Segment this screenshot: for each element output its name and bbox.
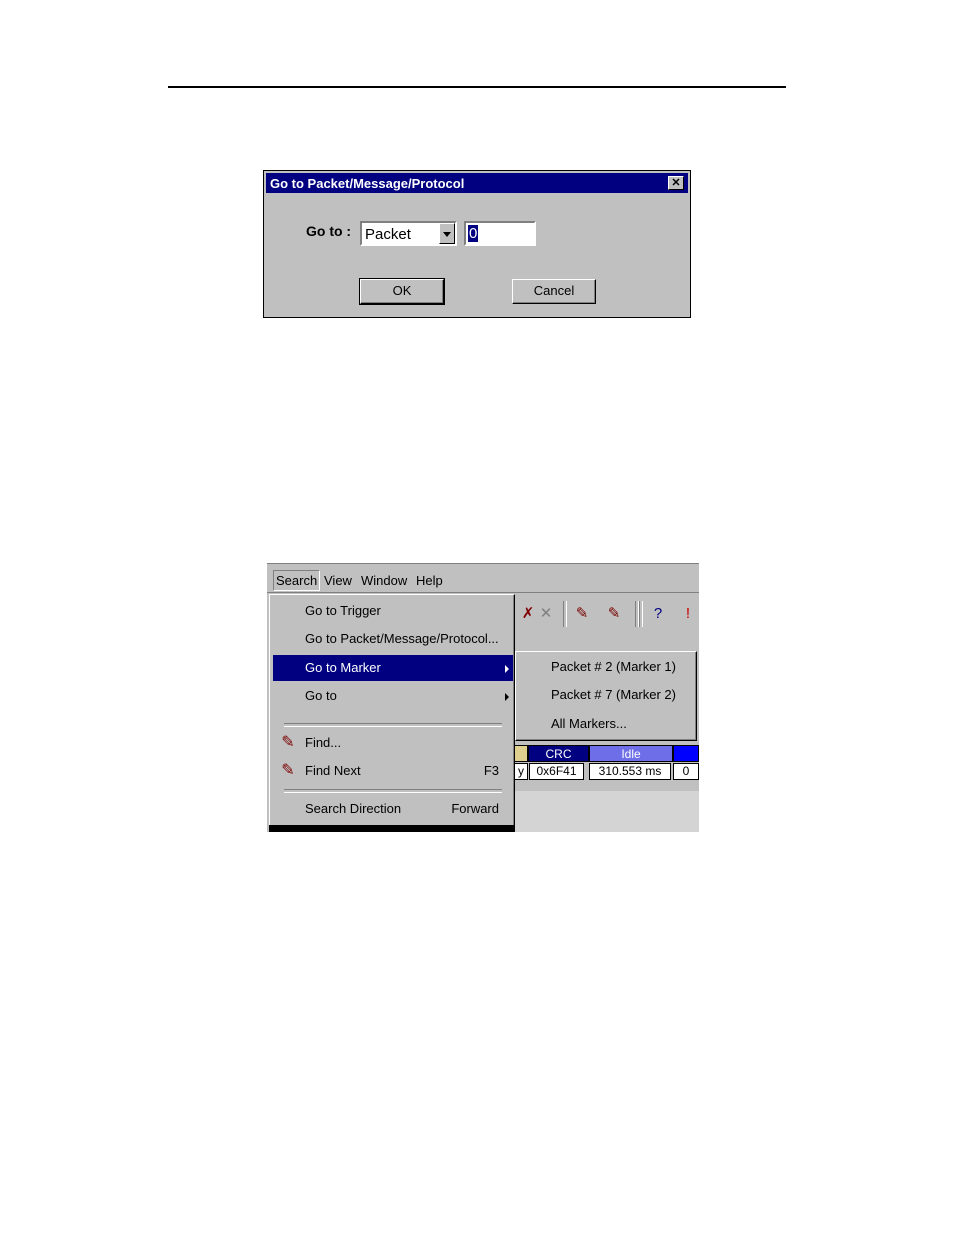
submenu-arrow-icon bbox=[505, 693, 509, 701]
search-menu: Go to Trigger Go to Packet/Message/Proto… bbox=[269, 594, 515, 827]
toolbar-separator bbox=[563, 601, 567, 627]
grid-empty-area bbox=[514, 791, 699, 832]
cancel-button[interactable]: Cancel bbox=[512, 279, 596, 304]
menu-shadow bbox=[269, 825, 515, 832]
menu-item-goto-marker[interactable]: Go to Marker bbox=[273, 655, 513, 681]
menu-item-label: Find Next bbox=[305, 763, 361, 778]
chevron-down-icon[interactable] bbox=[439, 223, 455, 244]
grid-header-idle: Idle bbox=[589, 745, 673, 762]
menu-item-label: Go to bbox=[305, 688, 337, 703]
search-menu-screenshot: Search View Window Help ✗ ✕ ✎ ✎ ? ! CRC … bbox=[267, 563, 699, 832]
grid-cell-crc: 0x6F41 bbox=[529, 763, 584, 780]
menu-item-label: Go to Packet/Message/Protocol... bbox=[305, 631, 499, 646]
grid-cell: 0 bbox=[673, 763, 699, 780]
dialog-title: Go to Packet/Message/Protocol bbox=[270, 176, 465, 191]
find-next-icon[interactable]: ✎ bbox=[603, 603, 625, 625]
ok-button[interactable]: OK bbox=[359, 278, 445, 305]
toolbar-separator bbox=[639, 601, 643, 627]
menu-search-label: Search bbox=[276, 573, 318, 588]
menu-item-find[interactable]: ✎ Find... bbox=[273, 730, 513, 756]
marker-submenu: Packet # 2 (Marker 1) Packet # 7 (Marker… bbox=[515, 651, 697, 741]
menu-item-find-next[interactable]: ✎ Find Next F3 bbox=[273, 758, 513, 784]
menu-separator bbox=[284, 789, 502, 793]
close-icon[interactable]: ✕ bbox=[668, 176, 684, 190]
goto-dialog: Go to Packet/Message/Protocol ✕ Go to : … bbox=[263, 170, 691, 318]
menu-item-accelerator: Forward bbox=[451, 801, 499, 816]
menu-item-goto-trigger[interactable]: Go to Trigger bbox=[273, 598, 513, 624]
submenu-item-label: Packet # 7 (Marker 2) bbox=[551, 687, 676, 702]
submenu-item-label: All Markers... bbox=[551, 716, 627, 731]
hide-icon[interactable]: ✕ bbox=[535, 603, 557, 625]
grid-cell-idle: 310.553 ms bbox=[589, 763, 671, 780]
menu-item-label: Search Direction bbox=[305, 801, 402, 816]
goto-type-dropdown[interactable]: Packet bbox=[360, 221, 457, 246]
grid-header-crc: CRC bbox=[528, 745, 589, 762]
dialog-title-bar: Go to Packet/Message/Protocol ✕ bbox=[266, 173, 688, 193]
flashlight-next-icon: ✎ bbox=[281, 762, 295, 779]
menu-item-goto[interactable]: Go to bbox=[273, 683, 513, 709]
grid-cell: y bbox=[514, 763, 528, 780]
menu-bar: Search View Window Help bbox=[267, 563, 699, 593]
menu-item-label: Go to Marker bbox=[305, 660, 381, 675]
menu-item-goto-packet[interactable]: Go to Packet/Message/Protocol... bbox=[273, 626, 513, 652]
menu-separator bbox=[284, 723, 502, 727]
goto-type-value: Packet bbox=[365, 226, 411, 243]
packet-grid-header: CRC Idle bbox=[514, 745, 699, 763]
menu-search[interactable]: Search bbox=[273, 570, 321, 591]
menu-item-accelerator: F3 bbox=[483, 763, 499, 778]
alert-icon[interactable]: ! bbox=[677, 603, 699, 625]
menu-item-search-direction[interactable]: Search Direction Forward bbox=[273, 796, 513, 822]
grid-header-extra bbox=[673, 745, 699, 762]
menu-window[interactable]: Window bbox=[361, 573, 407, 588]
goto-number-value: 0 bbox=[468, 225, 479, 242]
help-icon[interactable]: ? bbox=[647, 603, 669, 625]
menu-item-label: Go to Trigger bbox=[305, 603, 381, 618]
menu-item-label: Find... bbox=[305, 735, 342, 750]
submenu-item-label: Packet # 2 (Marker 1) bbox=[551, 659, 676, 674]
submenu-arrow-icon bbox=[505, 665, 509, 673]
find-icon[interactable]: ✎ bbox=[571, 603, 593, 625]
menu-view[interactable]: View bbox=[324, 573, 352, 588]
page-rule bbox=[168, 86, 786, 88]
goto-label: Go to : bbox=[306, 223, 352, 239]
goto-number-input[interactable]: 0 bbox=[464, 221, 536, 246]
flashlight-icon: ✎ bbox=[281, 734, 295, 751]
menu-help[interactable]: Help bbox=[416, 573, 443, 588]
grid-header-prev bbox=[514, 745, 528, 762]
